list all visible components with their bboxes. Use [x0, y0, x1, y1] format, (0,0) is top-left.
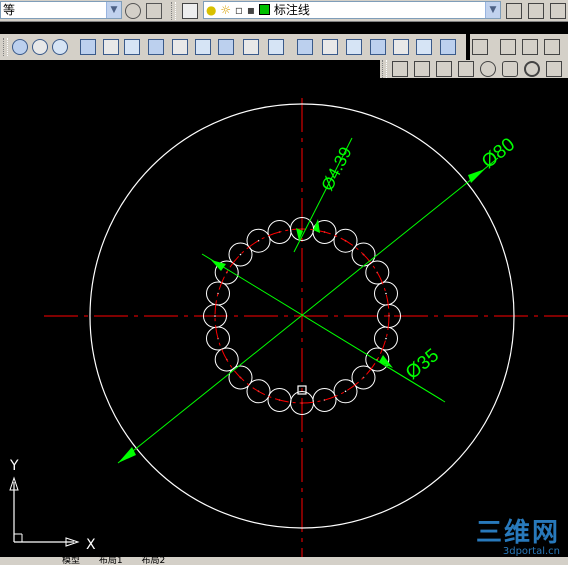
unlock-icon[interactable]: ▪ [247, 3, 255, 17]
tab-model[interactable]: 模型 [62, 557, 80, 565]
copy-icon[interactable] [124, 39, 140, 55]
solids-toolbar-area [0, 60, 568, 78]
layout-tabs: 模型 布局1 布局2 [0, 557, 568, 565]
dim-small[interactable]: Ø4.39 [293, 137, 356, 253]
box-icon[interactable] [268, 39, 284, 55]
sun-icon[interactable]: ☼ [220, 3, 231, 17]
small-circle-center [239, 253, 242, 256]
ucs-y-label: Y [9, 458, 19, 474]
torus-icon[interactable] [524, 61, 540, 77]
chevron-down-icon[interactable]: ▼ [485, 2, 500, 18]
cone-icon[interactable] [346, 39, 362, 55]
small-circle-center [385, 337, 387, 340]
dim-pitch-text: Ø35 [402, 345, 443, 384]
layer-state-icon[interactable] [528, 3, 544, 19]
dim-small-text: Ø4.39 [318, 144, 356, 194]
arrowhead-icon [313, 219, 320, 233]
subtract-icon[interactable] [440, 39, 456, 55]
subtract-icon[interactable] [32, 39, 48, 55]
wedge-icon[interactable] [297, 39, 313, 55]
union-icon[interactable] [12, 39, 28, 55]
small-circle-center [214, 315, 216, 317]
arrowhead-icon [468, 169, 485, 183]
dim-outer-text: Ø80 [478, 134, 519, 173]
layer-color-swatch [258, 4, 270, 15]
black-gap [0, 22, 568, 34]
sphere-icon[interactable] [480, 61, 496, 77]
box-view-icon[interactable] [500, 39, 516, 55]
toolbar-grip[interactable] [382, 60, 387, 78]
wedge-icon[interactable] [392, 61, 408, 77]
toolbar-grip[interactable] [171, 2, 176, 20]
dim-pitch[interactable]: Ø35 [201, 253, 446, 403]
union-icon[interactable] [416, 39, 432, 55]
section-icon[interactable] [243, 39, 259, 55]
cone-icon[interactable] [546, 61, 562, 77]
cone-icon[interactable] [458, 61, 474, 77]
watermark-title: 三维网 [475, 518, 560, 548]
extrude-icon[interactable] [80, 39, 96, 55]
intersect-icon[interactable] [52, 39, 68, 55]
rotate-icon[interactable] [172, 39, 188, 55]
bulb-icon[interactable]: ● [206, 3, 216, 17]
toolbar-grip[interactable] [3, 38, 8, 56]
solid-edit-toolbar [0, 34, 466, 60]
box-view-icon[interactable] [544, 39, 560, 55]
text-style-value: 等 [3, 3, 16, 17]
tab-layout2[interactable]: 布局2 [142, 557, 166, 565]
sphere-icon[interactable] [370, 39, 386, 55]
slice-icon[interactable] [218, 39, 234, 55]
pyramid-icon[interactable] [436, 61, 452, 77]
solids-toolbar [380, 60, 568, 78]
view-3d-icon[interactable] [472, 39, 488, 55]
view-toolbar [470, 34, 568, 60]
small-circle-center [344, 390, 347, 393]
gear-icon[interactable] [125, 3, 141, 19]
move-3d-icon[interactable] [103, 39, 119, 55]
layer-previous-icon[interactable] [506, 3, 522, 19]
torus-icon[interactable] [393, 39, 409, 55]
watermark-url: 3dportal.cn [502, 546, 560, 557]
layer-name: 标注线 [273, 3, 310, 17]
style-manager-icon[interactable] [146, 3, 162, 19]
arrowhead-icon [118, 447, 136, 463]
tab-layout1[interactable]: 布局1 [99, 557, 123, 565]
top-toolbar: 等 ▼ ● ☼ ▫ ▪ 标注线 ▼ [0, 0, 568, 22]
delete-icon[interactable] [148, 39, 164, 55]
layer-isolate-icon[interactable] [550, 3, 566, 19]
box-icon[interactable] [414, 61, 430, 77]
dim-outer-line [117, 157, 499, 464]
watermark: 三维网 3dportal.cn [476, 512, 560, 557]
ucs-x-label: X [86, 537, 96, 553]
text-style-dropdown[interactable]: 等 ▼ [0, 1, 122, 19]
layer-dropdown[interactable]: ● ☼ ▫ ▪ 标注线 ▼ [203, 1, 501, 19]
chevron-down-icon[interactable]: ▼ [106, 2, 121, 18]
ucs-icon: Y X [9, 458, 96, 553]
drawing-canvas[interactable]: Ø80 Ø35 Ø4.39 Y X [0, 78, 568, 557]
fillet-icon[interactable] [195, 39, 211, 55]
layer-manager-icon[interactable] [182, 3, 198, 19]
lock-icon[interactable]: ▫ [235, 3, 243, 17]
box-view-icon[interactable] [522, 39, 538, 55]
small-circle-center [385, 292, 387, 295]
cylinder-icon[interactable] [322, 39, 338, 55]
cylinder-icon[interactable] [502, 61, 518, 77]
